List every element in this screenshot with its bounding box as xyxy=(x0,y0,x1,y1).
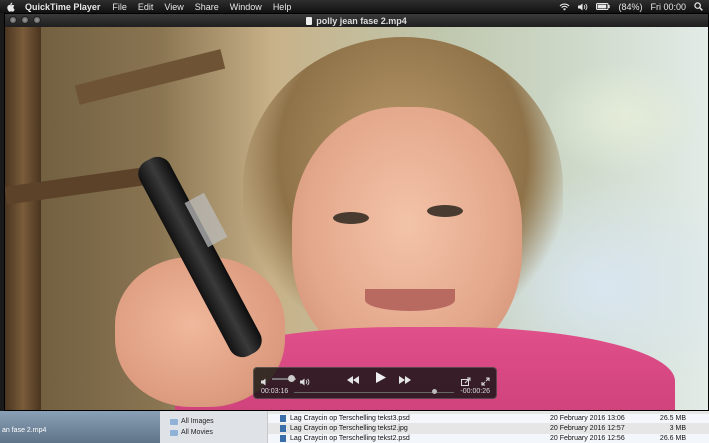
file-name: Lag Craycin op Terschelling tekst2.psd xyxy=(290,435,410,442)
transport-row xyxy=(254,371,496,386)
file-size: 3 MB xyxy=(669,425,686,432)
battery-percent: (84%) xyxy=(618,1,643,12)
girl-mouth xyxy=(365,289,455,311)
file-name: Lag Craycin op Terschelling tekst3.psd xyxy=(290,415,410,422)
menu-share[interactable]: Share xyxy=(195,2,219,12)
file-row[interactable]: Lag Craycin op Terschelling tekst3.psd 2… xyxy=(268,414,709,423)
file-list: Lag Craycin op Terschelling tekst3.psd 2… xyxy=(268,411,709,443)
wooden-beam xyxy=(74,49,226,105)
file-size: 26.6 MB xyxy=(659,435,686,442)
volume-slider-knob[interactable] xyxy=(287,375,295,382)
menu-help[interactable]: Help xyxy=(273,2,292,12)
menu-view[interactable]: View xyxy=(164,2,183,12)
sidebar-item-all-movies[interactable]: All Movies xyxy=(170,429,213,436)
sidebar-item-label: All Images xyxy=(181,418,214,425)
menubar-clock[interactable]: Fri 00:00 xyxy=(650,2,686,12)
menu-file[interactable]: File xyxy=(112,2,127,12)
timeline-scrubber[interactable] xyxy=(294,392,454,393)
file-name: Lag Craycin op Terschelling tekst2.jpg xyxy=(290,425,408,432)
window-title: polly jean fase 2.mp4 xyxy=(316,15,407,26)
volume-icon[interactable] xyxy=(578,3,588,11)
wooden-beam xyxy=(5,27,41,410)
wifi-icon[interactable] xyxy=(559,3,570,11)
close-button[interactable] xyxy=(9,16,17,24)
sidebar-item-all-images[interactable]: All Images xyxy=(170,418,214,425)
file-row[interactable]: Lag Craycin op Terschelling tekst2.psd 2… xyxy=(268,434,709,443)
video-frame[interactable]: 00:03:16 -00:00:26 xyxy=(5,27,708,410)
menu-edit[interactable]: Edit xyxy=(138,2,154,12)
folder-icon xyxy=(170,429,178,436)
minimize-button[interactable] xyxy=(21,16,29,24)
quicktime-window: polly jean fase 2.mp4 00:03:16 -00:00:26 xyxy=(4,13,709,411)
window-titlebar[interactable]: polly jean fase 2.mp4 xyxy=(5,14,708,27)
sidebar-item-label: All Movies xyxy=(181,429,213,436)
finder-window: an fase 2.mp4 All Images All Movies Lag … xyxy=(0,411,709,443)
document-icon xyxy=(306,16,313,25)
file-icon xyxy=(280,435,286,442)
file-date: 20 February 2016 12:56 xyxy=(550,435,625,442)
playback-controls: 00:03:16 -00:00:26 xyxy=(253,367,497,399)
file-icon xyxy=(280,425,286,432)
desktop-file-icon[interactable]: an fase 2.mp4 xyxy=(0,411,160,443)
spotlight-search-icon[interactable] xyxy=(694,2,703,11)
file-date: 20 February 2016 13:06 xyxy=(550,415,625,422)
menu-bar: QuickTime Player File Edit View Share Wi… xyxy=(0,0,709,13)
timeline-playhead[interactable] xyxy=(432,389,438,394)
app-menu[interactable]: QuickTime Player xyxy=(25,2,100,12)
window-controls xyxy=(9,16,41,24)
folder-icon xyxy=(170,418,178,425)
girl-eye xyxy=(427,205,463,217)
menu-window[interactable]: Window xyxy=(230,2,262,12)
file-row[interactable]: Lag Craycin op Terschelling tekst2.jpg 2… xyxy=(268,424,709,433)
remaining-time: -00:00:26 xyxy=(460,388,490,395)
finder-sidebar: All Images All Movies xyxy=(160,411,268,443)
file-size: 26.5 MB xyxy=(659,415,686,422)
battery-icon[interactable] xyxy=(596,3,611,10)
timeline-row: 00:03:16 -00:00:26 xyxy=(254,387,496,398)
file-icon xyxy=(280,415,286,422)
apple-icon[interactable] xyxy=(6,1,15,12)
zoom-button[interactable] xyxy=(33,16,41,24)
elapsed-time: 00:03:16 xyxy=(261,388,289,395)
desktop-file-label: an fase 2.mp4 xyxy=(2,427,47,434)
girl-eye xyxy=(333,212,369,224)
file-date: 20 February 2016 12:57 xyxy=(550,425,625,432)
